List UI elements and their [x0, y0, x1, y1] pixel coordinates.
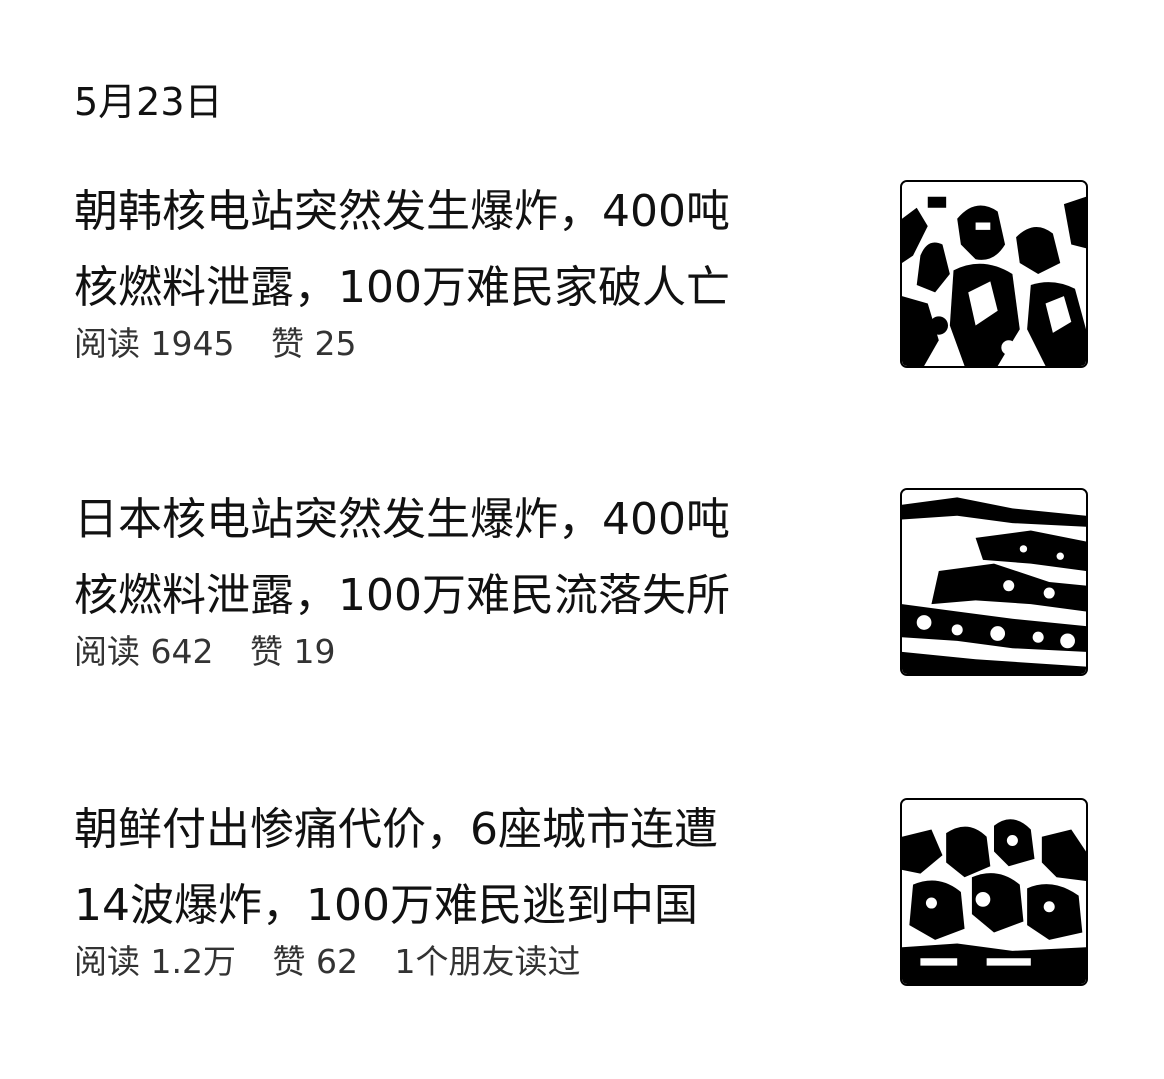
article-title-line: 朝鲜付出惨痛代价，6座城市连遭 — [74, 804, 718, 855]
article-title-line: 14波爆炸，100万难民逃到中国 — [74, 880, 698, 931]
like-count: 赞 62 — [272, 942, 358, 981]
article-meta: 阅读 1945 赞 25 — [74, 324, 356, 364]
article-title-line: 核燃料泄露，100万难民流落失所 — [74, 570, 730, 621]
article-title[interactable]: 朝鲜付出惨痛代价，6座城市连遭 14波爆炸，100万难民逃到中国 — [74, 792, 864, 944]
crowd-photo-image — [902, 490, 1086, 674]
article-meta: 阅读 1.2万 赞 62 1个朋友读过 — [74, 942, 580, 982]
like-count: 赞 25 — [270, 324, 357, 363]
crowd-photo-image — [902, 182, 1086, 366]
crowd-photo-image — [902, 800, 1086, 984]
date-header: 5月23日 — [74, 80, 223, 124]
article-thumbnail[interactable] — [900, 180, 1088, 368]
article-title-line: 核燃料泄露，100万难民家破人亡 — [74, 262, 730, 313]
article-thumbnail[interactable] — [900, 798, 1088, 986]
read-count: 阅读 1945 — [74, 324, 235, 363]
article-item[interactable]: 日本核电站突然发生爆炸，400吨 核燃料泄露，100万难民流落失所 阅读 642… — [74, 482, 1094, 682]
article-title[interactable]: 日本核电站突然发生爆炸，400吨 核燃料泄露，100万难民流落失所 — [74, 482, 864, 634]
article-title-line: 日本核电站突然发生爆炸，400吨 — [74, 494, 730, 545]
article-title[interactable]: 朝韩核电站突然发生爆炸，400吨 核燃料泄露，100万难民家破人亡 — [74, 174, 864, 326]
article-item[interactable]: 朝鲜付出惨痛代价，6座城市连遭 14波爆炸，100万难民逃到中国 阅读 1.2万… — [74, 792, 1094, 992]
friends-read: 1个朋友读过 — [394, 942, 581, 981]
article-item[interactable]: 朝韩核电站突然发生爆炸，400吨 核燃料泄露，100万难民家破人亡 阅读 194… — [74, 174, 1094, 374]
article-thumbnail[interactable] — [900, 488, 1088, 676]
article-title-line: 朝韩核电站突然发生爆炸，400吨 — [74, 186, 730, 237]
like-count: 赞 19 — [249, 632, 336, 671]
read-count: 阅读 642 — [74, 632, 214, 671]
read-count: 阅读 1.2万 — [74, 942, 236, 981]
article-meta: 阅读 642 赞 19 — [74, 632, 335, 672]
